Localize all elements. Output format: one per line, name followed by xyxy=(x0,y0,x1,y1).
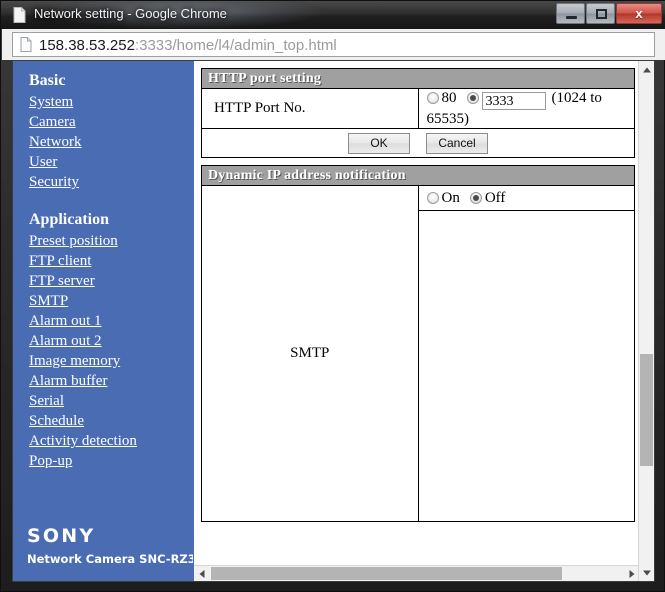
sidebar-item-alarm-out-1[interactable]: Alarm out 1 xyxy=(29,311,194,331)
scroll-up-arrow[interactable] xyxy=(639,61,654,78)
dynamic-blank-cell xyxy=(417,210,635,522)
sidebar-item-preset-position[interactable]: Preset position xyxy=(29,231,194,251)
sidebar-item-camera[interactable]: Camera xyxy=(29,112,194,132)
sidebar-navigation: Basic System Camera Network User Securit… xyxy=(13,61,194,581)
horizontal-scroll-thumb[interactable] xyxy=(211,567,562,580)
toolbar: 158.38.53.252:3333/home/l4/admin_top.htm… xyxy=(2,29,665,60)
window-title: Network setting - Google Chrome xyxy=(34,6,227,21)
title-bar[interactable]: Network setting - Google Chrome x xyxy=(1,1,665,29)
close-button[interactable]: x xyxy=(616,3,662,24)
http-panel-heading: HTTP port setting xyxy=(201,68,635,89)
sidebar-item-smtp[interactable]: SMTP xyxy=(29,291,194,311)
http-panel-header-row: HTTP port setting xyxy=(201,68,635,89)
panel-gap xyxy=(201,158,640,165)
sidebar-item-activity-detection[interactable]: Activity detection xyxy=(29,431,194,451)
maximize-button[interactable] xyxy=(586,3,615,24)
page-vertical-scrollbar[interactable] xyxy=(638,61,654,581)
brand-block: SONY Network Camera SNC-RZ30P xyxy=(27,525,194,567)
sidebar-item-pop-up[interactable]: Pop-up xyxy=(29,451,194,471)
http-buttons-row: OK Cancel xyxy=(201,128,635,158)
maximize-icon xyxy=(596,9,607,19)
scroll-down-arrow[interactable] xyxy=(639,564,654,581)
sidebar-item-alarm-buffer[interactable]: Alarm buffer xyxy=(29,371,194,391)
sidebar-item-network[interactable]: Network xyxy=(29,132,194,152)
http-port-label: HTTP Port No. xyxy=(201,88,419,129)
sidebar-item-system[interactable]: System xyxy=(29,92,194,112)
dynamic-panel-header-row: Dynamic IP address notification xyxy=(201,165,635,186)
radio-port-80-label: 80 xyxy=(441,90,457,106)
dynamic-onoff-row: SMTP On Off xyxy=(201,185,635,522)
sidebar-item-ftp-server[interactable]: FTP server xyxy=(29,271,194,291)
dynamic-ip-notification-panel: Dynamic IP address notification SMTP On O… xyxy=(201,165,635,522)
document-icon xyxy=(13,7,26,23)
http-port-field-cell: 80 3333 (1024 to 65535) xyxy=(417,88,635,129)
nav-list: Basic System Camera Network User Securit… xyxy=(29,71,194,471)
nav-heading-application: Application xyxy=(29,211,110,228)
window-frame: Network setting - Google Chrome x 158.38… xyxy=(0,0,665,592)
http-port-row: HTTP Port No. 80 3333 (1024 to 65535) xyxy=(201,88,635,129)
page-viewport: Basic System Camera Network User Securit… xyxy=(12,60,655,582)
settings-frame: HTTP port setting HTTP Port No. 80 3333 (1… xyxy=(194,61,640,581)
nav-heading-basic: Basic xyxy=(29,72,66,89)
radio-notification-on-label: On xyxy=(441,190,460,206)
radio-port-80[interactable] xyxy=(426,92,439,104)
sidebar-item-alarm-out-2[interactable]: Alarm out 2 xyxy=(29,331,194,351)
radio-notification-off[interactable] xyxy=(469,192,482,204)
frame-horizontal-scrollbar[interactable] xyxy=(194,565,640,581)
sidebar-item-ftp-client[interactable]: FTP client xyxy=(29,251,194,271)
http-buttons-cell: OK Cancel xyxy=(201,128,635,158)
ok-button[interactable]: OK xyxy=(348,132,410,154)
sony-logo: SONY xyxy=(27,525,96,547)
vertical-scroll-thumb[interactable] xyxy=(640,354,653,466)
cancel-button[interactable]: Cancel xyxy=(426,132,488,154)
close-icon: x xyxy=(635,6,643,21)
radio-notification-off-label: Off xyxy=(484,190,506,206)
smtp-row-label: SMTP xyxy=(201,185,419,522)
sidebar-item-image-memory[interactable]: Image memory xyxy=(29,351,194,371)
minimize-button[interactable] xyxy=(556,3,585,24)
sidebar-item-user[interactable]: User xyxy=(29,152,194,172)
page-info-icon[interactable] xyxy=(20,37,32,52)
url-path: :3333/home/l4/admin_top.html xyxy=(134,37,337,54)
product-name: Network Camera SNC-RZ30P xyxy=(27,552,194,566)
radio-port-custom[interactable] xyxy=(466,92,479,104)
dynamic-onoff-cell: On Off xyxy=(417,185,635,211)
radio-notification-on[interactable] xyxy=(426,192,439,204)
url-text: 158.38.53.252:3333/home/l4/admin_top.htm… xyxy=(39,36,337,55)
http-port-setting-panel: HTTP port setting HTTP Port No. 80 3333 (1… xyxy=(201,68,635,158)
sidebar-item-security[interactable]: Security xyxy=(29,172,194,192)
sidebar-item-serial[interactable]: Serial xyxy=(29,391,194,411)
browser-window: Network setting - Google Chrome x 158.38… xyxy=(0,0,665,592)
minimize-icon xyxy=(566,16,577,19)
url-host: 158.38.53.252 xyxy=(39,37,135,54)
http-port-input[interactable]: 3333 xyxy=(481,92,546,110)
dynamic-panel-heading: Dynamic IP address notification xyxy=(201,165,635,186)
window-controls: x xyxy=(555,3,662,25)
address-bar[interactable]: 158.38.53.252:3333/home/l4/admin_top.htm… xyxy=(12,32,655,57)
sidebar-item-schedule[interactable]: Schedule xyxy=(29,411,194,431)
scroll-left-arrow[interactable] xyxy=(194,566,210,581)
settings-content: HTTP port setting HTTP Port No. 80 3333 (1… xyxy=(194,61,640,565)
